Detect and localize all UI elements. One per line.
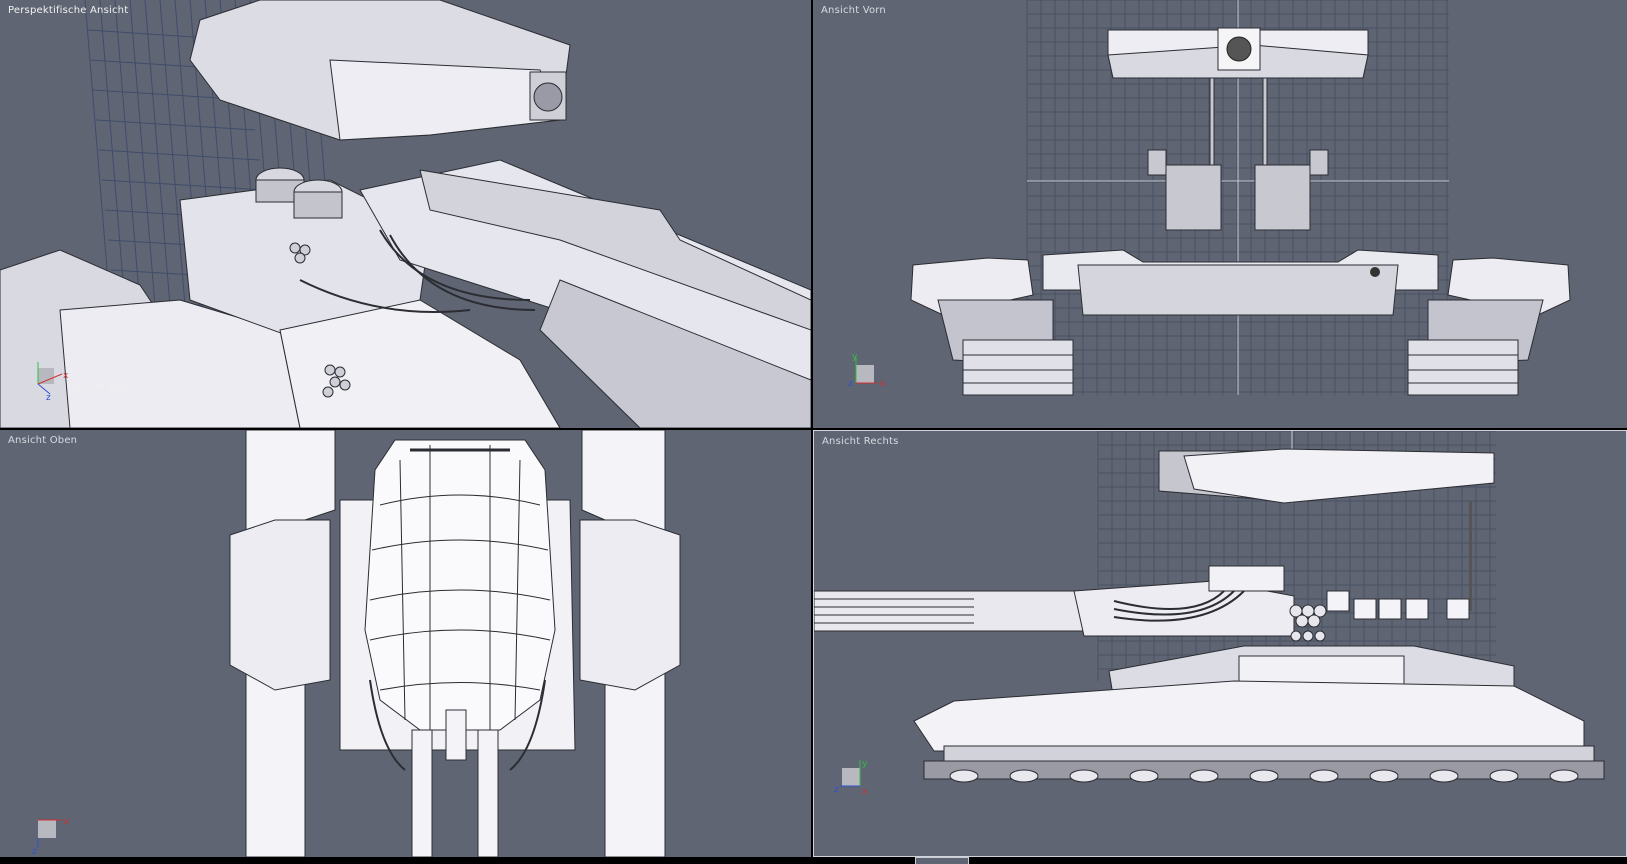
turret-cover-front bbox=[329, 59, 561, 141]
front-hull-body bbox=[1077, 264, 1399, 316]
axis-gizmo-icon: x z bbox=[37, 362, 69, 400]
viewport-label: Perspektifische Ansicht bbox=[8, 5, 129, 16]
perspective-scene bbox=[0, 0, 811, 428]
right-scene bbox=[814, 431, 1605, 783]
front-hatch bbox=[1370, 267, 1380, 277]
axis-y-label: y bbox=[852, 353, 858, 362]
top-scene bbox=[229, 430, 681, 857]
axis-z-label: z bbox=[32, 847, 37, 855]
axis-y-label: y bbox=[862, 759, 868, 769]
canister-2-body bbox=[293, 191, 343, 219]
front-left-track bbox=[962, 339, 1074, 396]
sensor-dish bbox=[533, 82, 563, 112]
axis-z-label: z bbox=[848, 379, 853, 389]
top-barrel-legs bbox=[411, 709, 499, 857]
viewport-top[interactable]: Ansicht Oben x z bbox=[0, 430, 811, 857]
axis-x-label: x bbox=[880, 379, 886, 389]
axis-gizmo-icon: y x z bbox=[848, 353, 886, 389]
viewport-label: Ansicht Rechts bbox=[822, 436, 899, 447]
viewport-right[interactable]: Ansicht Rechts y z x bbox=[813, 430, 1627, 857]
right-pylon bbox=[1469, 501, 1472, 611]
object-name: 000-00_kopie bbox=[72, 382, 133, 392]
right-barrel-tip bbox=[814, 590, 1085, 632]
top-left-fender bbox=[229, 519, 331, 691]
right-ammo-box bbox=[1208, 565, 1285, 592]
axis-gizmo-icon: y z x bbox=[834, 759, 868, 797]
right-hull bbox=[913, 680, 1585, 752]
viewport-front[interactable]: Ansicht Vorn y x z bbox=[813, 0, 1627, 428]
viewport-layout-tab[interactable] bbox=[915, 857, 969, 864]
axis-z-label: z bbox=[46, 393, 51, 400]
axis-x-label: x bbox=[862, 787, 868, 797]
top-right-fender bbox=[579, 519, 681, 691]
right-skirt bbox=[943, 745, 1595, 762]
axis-gizmo-icon: x z bbox=[32, 817, 70, 855]
top-turret bbox=[364, 439, 556, 731]
viewport-label: Ansicht Vorn bbox=[821, 5, 886, 16]
front-sensor-dish bbox=[1226, 36, 1252, 62]
viewport-label: Ansicht Oben bbox=[8, 435, 78, 446]
front-scene bbox=[910, 0, 1571, 396]
axis-x-label: x bbox=[64, 817, 70, 827]
front-right-track bbox=[1407, 339, 1519, 396]
viewport-perspective[interactable]: Perspektifische Ansicht x z 000-00_kopie bbox=[0, 0, 811, 428]
right-grenades bbox=[1289, 604, 1327, 642]
axis-x-label: x bbox=[63, 371, 69, 381]
axis-z-label: z bbox=[834, 785, 839, 795]
